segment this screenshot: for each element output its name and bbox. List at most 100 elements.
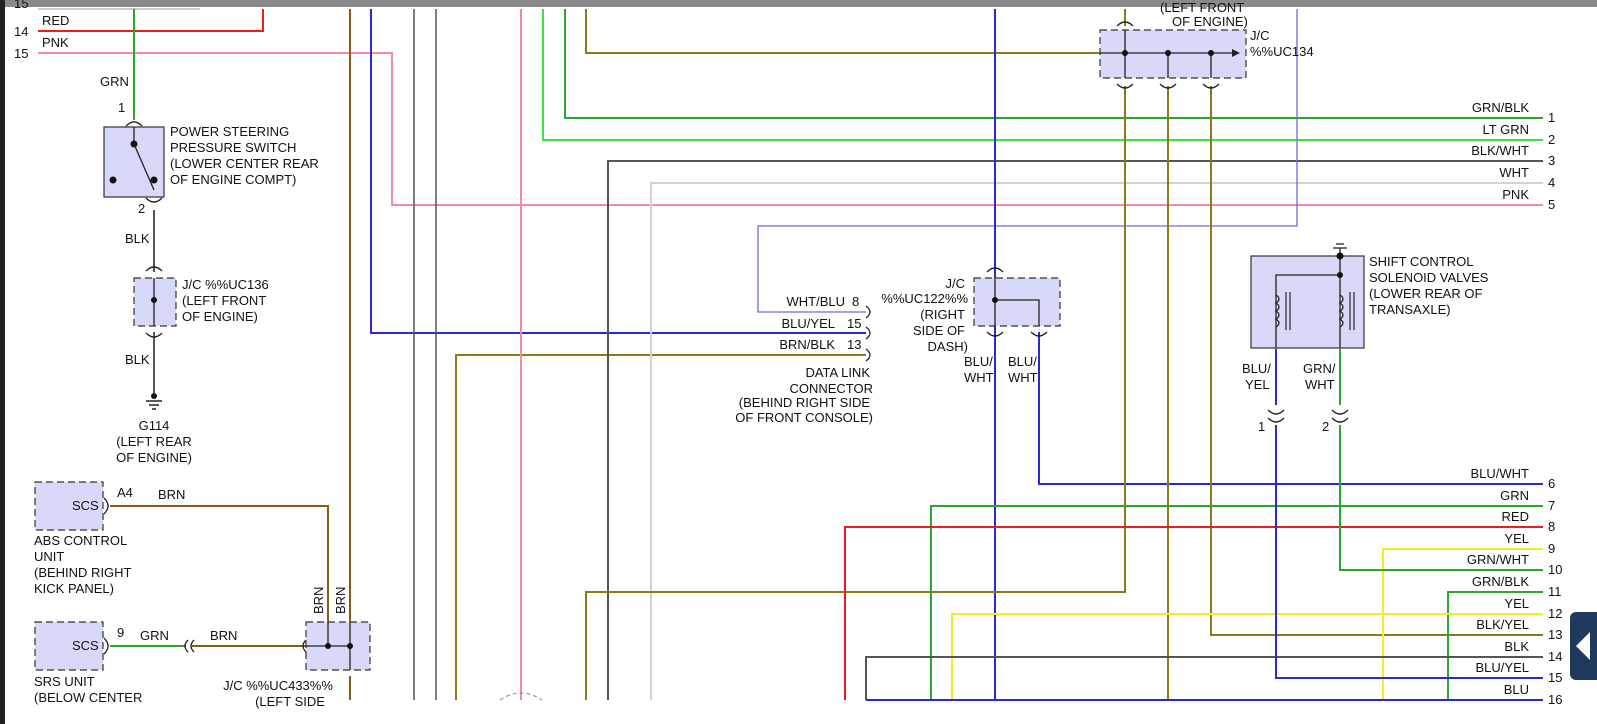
solenoid-inline-connectors: [1267, 409, 1349, 423]
wire-red-14: [38, 9, 264, 32]
right-wire-label: BLK/YEL: [1476, 617, 1529, 632]
jc433-node-2: [347, 643, 353, 649]
ps-name-3: (LOWER CENTER REAR: [170, 156, 319, 171]
right-wire-number: 12: [1548, 606, 1562, 621]
ps-pin1-label: 1: [118, 100, 125, 115]
solenoid-name-4: TRANSAXLE): [1369, 302, 1451, 317]
dlc-wire-8: WHT/BLU: [787, 294, 846, 309]
jc122-name-3: (RIGHT: [920, 307, 965, 322]
dlc-terminals: [865, 305, 871, 362]
right-wire-label: YEL: [1504, 596, 1529, 611]
srs-terminal: [103, 637, 109, 655]
dlc-name-3: (BEHIND RIGHT SIDE: [739, 395, 871, 410]
red-wire-label: RED: [42, 13, 69, 28]
dlc-wire-15: BLU/YEL: [782, 316, 835, 331]
right-wire-label: WHT: [1499, 165, 1529, 180]
srs-grn-label: GRN: [140, 628, 169, 643]
right-wire-label: GRN/WHT: [1467, 552, 1529, 567]
pin14-label: 14: [14, 24, 28, 39]
wire-lt-grn-2: [542, 9, 1543, 141]
jc134-node-1: [1122, 50, 1128, 56]
right-wire-label: YEL: [1504, 531, 1529, 546]
srs-name-2: (BELOW CENTER: [34, 690, 142, 705]
chevron-left-icon: [1576, 632, 1590, 660]
wiring-diagram: 15 RED 14 PNK 15 GRN 1 POWER STEERING PR…: [14, 0, 1563, 709]
g114-name-2: (LEFT REAR: [116, 434, 192, 449]
srs-pin-label: 9: [117, 625, 124, 640]
srs-brn-label: BRN: [210, 628, 237, 643]
abs-brn-label: BRN: [158, 487, 185, 502]
jc122-name-5: DASH): [928, 339, 968, 354]
right-wire-number: 11: [1548, 584, 1562, 599]
right-wire-number: 2: [1548, 132, 1555, 147]
ps-switch-terminal-1: [125, 121, 143, 127]
solenoid-name-1: SHIFT CONTROL: [1369, 254, 1474, 269]
right-wire-label: LT GRN: [1483, 122, 1529, 137]
ps-pin2-label: 2: [138, 201, 145, 216]
right-wire-number: 9: [1548, 541, 1555, 556]
g114-name-1: G114: [139, 418, 170, 433]
jc122-wire-a-2: WHT: [964, 370, 994, 385]
wire-grn-7: [930, 505, 1543, 700]
solenoid-name-2: SOLENOID VALVES: [1369, 270, 1489, 285]
ps-switch-contact-2: [150, 176, 158, 184]
solenoid-wire1-b: YEL: [1245, 377, 1270, 392]
jc134-body: [1099, 29, 1247, 79]
solenoid-node: [1337, 272, 1343, 278]
abs-name-4: KICK PANEL): [34, 581, 114, 596]
jc136-name-1: J/C %%UC136: [182, 277, 269, 292]
jc122-wire-b-1: BLU/: [1008, 354, 1037, 369]
jc122-connector: [973, 267, 1061, 337]
solenoid-wire2-a: GRN/: [1303, 361, 1336, 376]
srs-name-1: SRS UNIT: [34, 674, 95, 689]
wire-blk-wht-3: [607, 160, 1543, 700]
ground-node: [151, 393, 157, 399]
solenoid-pin1: 1: [1258, 419, 1265, 434]
jc134-connector: [1099, 21, 1247, 89]
right-wire-number: 15: [1548, 670, 1562, 685]
jc122-name-1: J/C: [946, 276, 966, 291]
right-wire-number: 5: [1548, 197, 1555, 212]
jc122-name-2: %%UC122%%: [881, 291, 968, 306]
jc122-body: [973, 277, 1061, 327]
jc134-name-2: %%UC134: [1250, 44, 1314, 59]
right-wire-label: GRN/BLK: [1472, 100, 1529, 115]
srs-scs-label: SCS: [72, 638, 99, 653]
jc433-node-1: [325, 643, 331, 649]
abs-name-2: UNIT: [34, 549, 64, 564]
right-wire-label: BLK: [1504, 639, 1529, 654]
ps-name-1: POWER STEERING: [170, 124, 289, 139]
jc136-blk-label: BLK: [125, 352, 150, 367]
wire-brn-abs: [110, 505, 329, 622]
right-wire-number: 7: [1548, 498, 1555, 513]
next-page-button[interactable]: [1570, 612, 1597, 680]
wires: [38, 8, 1543, 701]
solenoid-ground-node: [1336, 252, 1344, 260]
jc134-name-1: J/C: [1250, 28, 1270, 43]
jc134-node-2: [1165, 50, 1171, 56]
shift-solenoid-valves: [1250, 243, 1365, 423]
solenoid-wire1-a: BLU/: [1242, 361, 1271, 376]
right-wire-number: 10: [1548, 562, 1562, 577]
wire-blu-yel-dlc: [370, 9, 866, 334]
wire-grn-blk-1: [564, 9, 1543, 119]
jc134-name-top: (LEFT FRONT: [1160, 0, 1244, 15]
right-wire-number: 14: [1548, 649, 1562, 664]
abs-scs-label: SCS: [72, 498, 99, 513]
dlc-pin-15: 15: [847, 316, 861, 331]
jc136-name-3: OF ENGINE): [182, 309, 258, 324]
right-wire-labels: GRN/BLK 1 LT GRN 2 BLK/WHT 3 WHT 4 PNK 5 BLU/WHT 6 G…: [1467, 100, 1563, 707]
ps-blk-label: BLK: [125, 231, 150, 246]
wire-olive-jc134: [585, 9, 1100, 54]
dlc-pin-8: 8: [852, 294, 859, 309]
jc122-node: [992, 297, 998, 303]
solenoid-pin2: 2: [1322, 419, 1329, 434]
dlc-name-2: CONNECTOR: [789, 381, 873, 396]
cut-pin-label: 15: [14, 0, 28, 11]
jc433-brn-label-1: BRN: [311, 587, 326, 614]
ps-switch-contact-3: [109, 176, 117, 184]
ps-grn-label: GRN: [100, 74, 129, 89]
right-wire-label: BLU/YEL: [1476, 660, 1529, 675]
right-wire-number: 6: [1548, 476, 1555, 491]
power-steering-switch: [103, 121, 165, 203]
